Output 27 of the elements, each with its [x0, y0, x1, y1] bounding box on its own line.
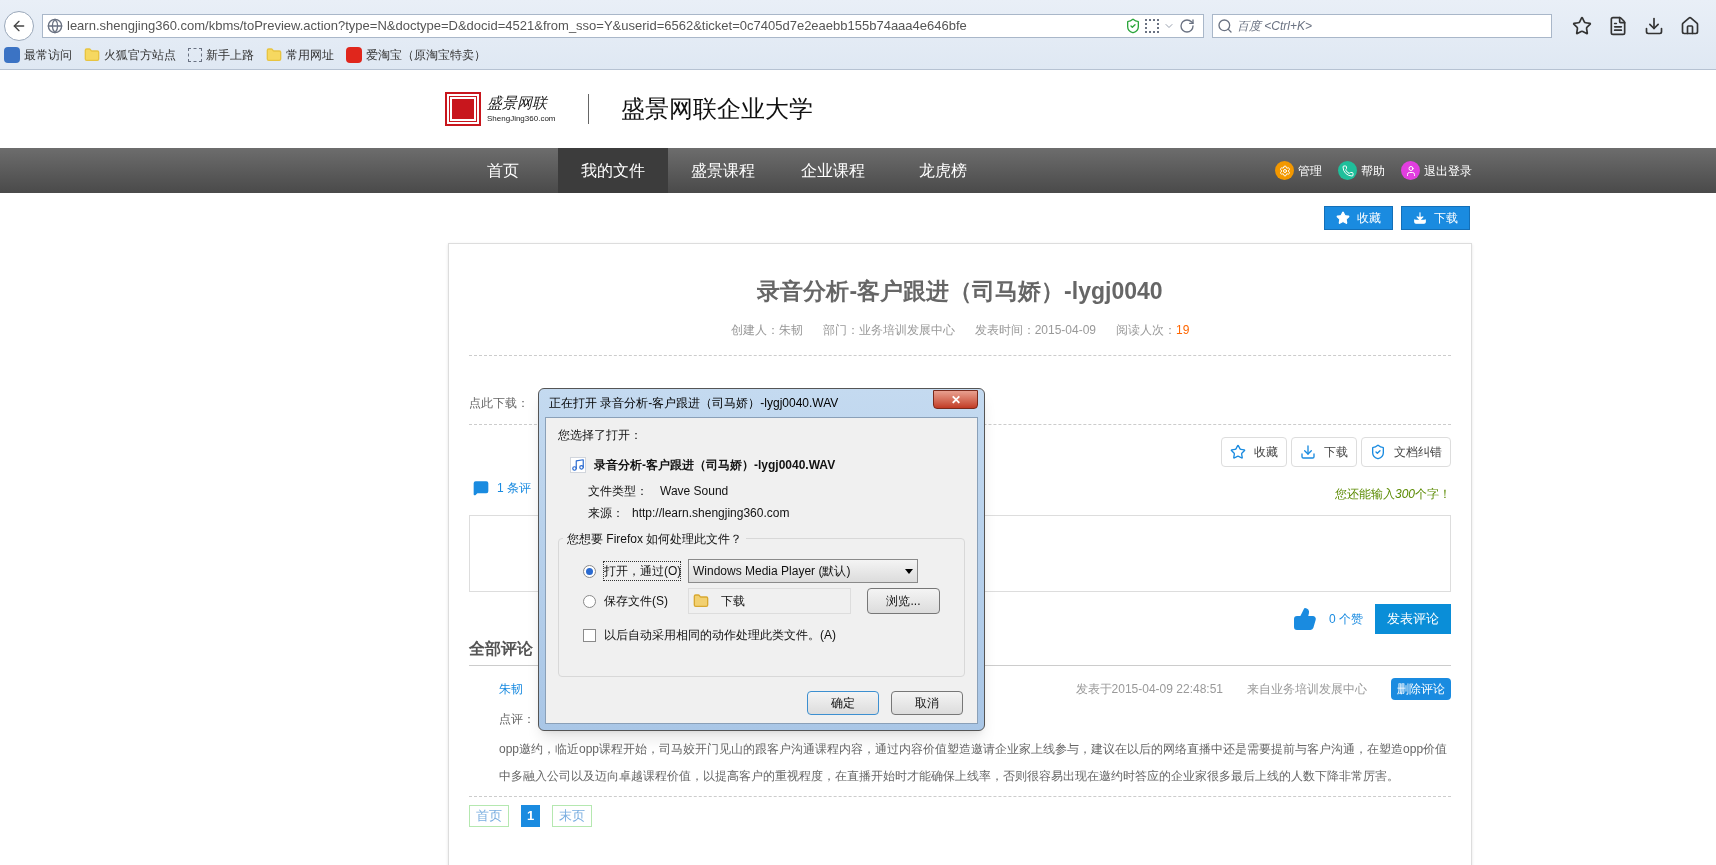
dialog-title: 正在打开 录音分析-客户跟进（司马娇）-lygj0040.WAV — [548, 395, 839, 412]
meta-item: 创建人：朱韧 — [730, 321, 803, 339]
section-heading: 全部评论 — [469, 639, 533, 657]
comment-date: 发表于2015-04-09 22:48:51 — [1075, 680, 1223, 698]
file-name: 录音分析-客户跟进（司马娇）-lygj0040.WAV — [594, 457, 836, 474]
document-title: 录音分析-客户跟进（司马娇）-lygj0040 — [756, 277, 1164, 306]
logo-mark: 盛景网联 — [487, 95, 549, 111]
meta-item: 发表时间：2015-04-09 — [974, 321, 1096, 339]
remaining-hint: 您还能输入300个字！ — [1334, 485, 1451, 503]
like-count: 0 个赞 — [1329, 610, 1363, 628]
comment-body: opp邀约，临近opp课程开始，司马姣开门见山的跟客户沟通课程内容，通过内容价值塑造邀请企业家上线参与，建议在以后的网络直播中还是需要提前与客户沟通，在塑造opp价值中多融入公司以及迈向卓越课程价值，以提高客户的重视程度，在直播开始时才能确保上线率，否则很容易出现在邀约时答应的企业家很多最后上线的人数下降非常厉害。 — [499, 740, 1449, 785]
url-text: learn.shengjing360.com/kbms/toPreview.action?type=N&doctype=D&docid=4521&from_sso=Y&userid=6562&ticket=0c7405d7e2eaebb155b74aaa4e646bfe — [67, 17, 968, 36]
field-label: 来源： — [588, 505, 624, 522]
site-title: 盛景网联企业大学 — [620, 94, 813, 124]
comment-source: 来自业务培训发展中心 — [1247, 680, 1367, 698]
group-label: 您想要 Firefox 如何处理此文件？ — [563, 530, 747, 548]
field-value: Wave Sound — [660, 483, 729, 500]
search-placeholder: 百度 <Ctrl+K> — [1237, 18, 1313, 35]
folder-name: 下载 — [721, 593, 745, 610]
meta-item: 阅读人次：19 — [1116, 321, 1190, 339]
review-label: 点评： — [499, 710, 536, 728]
meta-item: 部门：业务培训发展中心 — [822, 321, 955, 339]
field-value: http://learn.shengjing360.com — [632, 505, 790, 522]
field-label: 文件类型： — [588, 483, 648, 500]
logo-caption: ShengJing360.com — [487, 114, 556, 123]
dialog-prompt: 您选择了打开： — [558, 427, 643, 444]
download-label: 点此下载： — [469, 394, 529, 412]
